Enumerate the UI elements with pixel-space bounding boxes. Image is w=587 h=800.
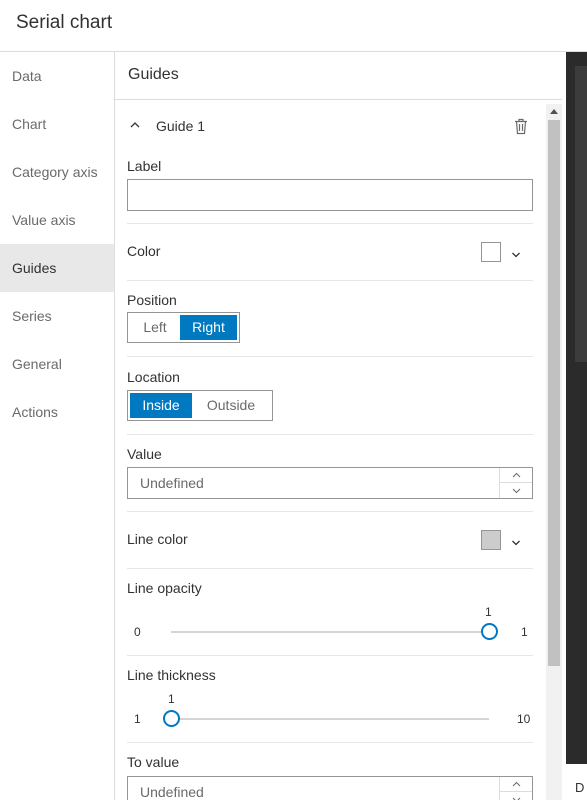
value-stepper (499, 468, 532, 498)
sidebar-item-chart[interactable]: Chart (0, 100, 114, 148)
thickness-max-label: 10 (517, 712, 531, 726)
header-right-edge (566, 0, 587, 52)
scrollbar-thumb[interactable] (548, 120, 560, 666)
position-option-right[interactable]: Right (180, 315, 237, 340)
divider (127, 742, 533, 743)
sidebar-item-series[interactable]: Series (0, 292, 114, 340)
line-thickness-thumb[interactable] (162, 710, 180, 727)
line-opacity-slider[interactable] (171, 631, 489, 633)
thickness-current-value: 1 (168, 692, 175, 706)
opacity-min-label: 0 (134, 625, 141, 639)
sidebar: Data Chart Category axis Value axis Guid… (0, 52, 115, 800)
opacity-max-label: 1 (521, 625, 528, 639)
decrement-icon[interactable] (500, 483, 532, 498)
location-toggle: Inside Outside (127, 390, 273, 421)
sidebar-item-category-axis[interactable]: Category axis (0, 148, 114, 196)
sidebar-item-value-axis[interactable]: Value axis (0, 196, 114, 244)
increment-icon[interactable] (500, 777, 532, 792)
guide-settings: Guide 1 Label Color Position Left Right … (115, 100, 547, 800)
sidebar-item-guides[interactable]: Guides (0, 244, 114, 292)
divider (127, 434, 533, 435)
preview-pane-inner (575, 66, 587, 362)
guides-panel: Guides Guide 1 Label Color Position Left… (115, 52, 562, 800)
value-placeholder: Undefined (140, 475, 204, 491)
divider (127, 655, 533, 656)
trash-icon[interactable] (513, 118, 529, 140)
location-option-outside[interactable]: Outside (192, 393, 270, 418)
color-swatch[interactable] (481, 242, 501, 262)
value-caption: Value (127, 446, 162, 462)
position-option-left[interactable]: Left (130, 315, 180, 340)
divider (127, 280, 533, 281)
chevron-down-icon[interactable] (511, 247, 521, 265)
scroll-up-icon[interactable] (550, 108, 558, 114)
label-input[interactable] (127, 179, 533, 211)
divider (127, 356, 533, 357)
to-value-placeholder: Undefined (140, 784, 204, 800)
sidebar-item-data[interactable]: Data (0, 52, 114, 100)
app-header: Serial chart (0, 0, 566, 52)
increment-icon[interactable] (500, 468, 532, 483)
color-caption: Color (127, 243, 161, 259)
line-opacity-caption: Line opacity (127, 580, 202, 596)
position-caption: Position (127, 292, 177, 308)
opacity-current-value: 1 (485, 605, 492, 619)
to-value-stepper (499, 777, 532, 800)
location-caption: Location (127, 369, 180, 385)
divider (127, 223, 533, 224)
to-value-input[interactable]: Undefined (127, 776, 533, 800)
chevron-up-icon[interactable] (129, 118, 141, 136)
line-thickness-caption: Line thickness (127, 667, 216, 683)
sidebar-item-actions[interactable]: Actions (0, 388, 114, 436)
to-value-caption: To value (127, 754, 180, 770)
line-color-caption: Line color (127, 531, 188, 547)
sidebar-item-general[interactable]: General (0, 340, 114, 388)
panel-title: Guides (115, 52, 562, 100)
value-input[interactable]: Undefined (127, 467, 533, 499)
label-caption: Label (127, 158, 162, 174)
thickness-min-label: 1 (134, 712, 141, 726)
location-option-inside[interactable]: Inside (130, 393, 192, 418)
divider (127, 568, 533, 569)
line-thickness-slider[interactable] (171, 718, 489, 720)
position-toggle: Left Right (127, 312, 240, 343)
line-color-swatch[interactable] (481, 530, 501, 550)
divider (127, 511, 533, 512)
guide-name[interactable]: Guide 1 (156, 118, 205, 134)
chevron-down-icon[interactable] (511, 535, 521, 553)
cutoff-label: D (575, 780, 585, 795)
line-opacity-thumb[interactable] (480, 623, 498, 640)
panel-scrollbar[interactable] (546, 104, 562, 800)
decrement-icon[interactable] (500, 792, 532, 800)
app-title: Serial chart (16, 12, 113, 33)
preview-pane-edge (566, 52, 587, 764)
